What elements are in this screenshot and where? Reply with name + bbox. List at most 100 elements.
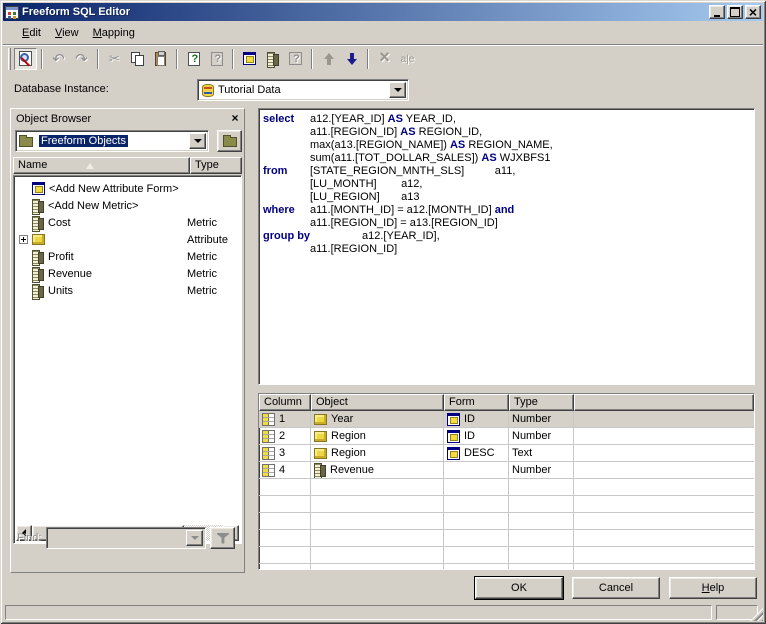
toolbar-separator[interactable] [97,49,99,69]
type-column-header[interactable]: Type [190,157,242,174]
menu-mapping[interactable]: Mapping [86,25,142,41]
object-browser-panel: Object Browser × Freeform Objects Name T… [10,108,245,573]
grid-row-empty[interactable] [259,547,754,564]
tree-item-add-attribute-form[interactable]: <Add New Attribute Form> [16,180,239,197]
sql-editor-area[interactable]: selecta12.[YEAR_ID] AS YEAR_ID,a11.[REGI… [258,108,755,385]
move-up-button[interactable] [317,48,340,70]
folder-select[interactable]: Freeform Objects [15,130,209,152]
grid-row-4[interactable]: 4 Revenue Number [259,462,754,479]
insert-attribute-form-button[interactable] [238,48,261,70]
grid-header-type[interactable]: Type [509,394,574,411]
folder-value: Freeform Objects [39,135,128,147]
column-icon [262,447,275,460]
rename-button[interactable] [396,48,419,70]
tree-item-attribute[interactable]: Attribute [16,231,239,248]
ok-button[interactable]: OK [475,577,563,599]
toolbar [3,44,763,72]
maximize-button[interactable] [727,5,743,19]
mapping-grid: Column Object Form Type 1 Year ID Number… [258,393,755,570]
title-bar[interactable]: Freeform SQL Editor [3,3,763,21]
sql-view-icon [19,51,32,66]
undo-button[interactable] [47,48,70,70]
column-icon [262,430,275,443]
form-icon [447,413,460,426]
edit-mapping-button[interactable] [284,48,307,70]
copy-button[interactable] [126,48,149,70]
arrow-down-icon [346,53,358,65]
find-input[interactable] [46,527,206,549]
toolbar-separator[interactable] [41,49,43,69]
attribute-form-icon [243,52,256,65]
help-button[interactable]: Help [669,577,757,599]
name-column-header[interactable]: Name [13,157,190,174]
redo-button[interactable] [70,48,93,70]
grid-row-empty[interactable] [259,513,754,530]
minimize-button[interactable] [709,5,725,19]
metric-icon [32,267,44,281]
delete-icon [379,51,390,66]
toolbar-separator[interactable] [367,49,369,69]
menu-view[interactable]: View [48,25,86,41]
grid-row-empty[interactable] [259,496,754,513]
move-down-button[interactable] [340,48,363,70]
grid-header-form[interactable]: Form [444,394,509,411]
sql-view-button[interactable] [14,48,37,70]
cut-button[interactable] [103,48,126,70]
menu-bar: Edit View Mapping [3,22,763,43]
tree-item-profit[interactable]: Profit Metric [16,248,239,265]
folder-up-icon [223,137,237,147]
grid-header-filler [574,394,754,411]
insert-metric-button[interactable] [261,48,284,70]
tree-item-revenue[interactable]: Revenue Metric [16,265,239,282]
database-instance-select[interactable]: Tutorial Data [197,79,409,101]
copy-icon [131,52,144,66]
delete-button[interactable] [373,48,396,70]
folder-dropdown-arrow[interactable] [189,133,206,149]
find-filter-button[interactable] [210,527,235,549]
database-instance-row: Database Instance: Tutorial Data [3,74,763,104]
browser-column-headers: Name Type [13,157,242,174]
find-dropdown-arrow[interactable] [186,530,203,546]
grid-row-2[interactable]: 2 Region ID Number [259,428,754,445]
expand-plus-icon[interactable] [19,235,28,244]
toolbar-separator[interactable] [176,49,178,69]
object-tree: <Add New Attribute Form> <Add New Metric… [13,175,242,544]
paste-button[interactable] [149,48,172,70]
edit-prompt-button[interactable] [205,48,228,70]
object-browser-header: Object Browser × [13,111,242,127]
tree-item-cost[interactable]: Cost Metric [16,214,239,231]
tree-item-add-metric[interactable]: <Add New Metric> [16,197,239,214]
menu-edit[interactable]: Edit [15,25,48,41]
object-browser-close-icon[interactable]: × [228,113,242,126]
grid-row-empty[interactable] [259,479,754,496]
database-dropdown-arrow[interactable] [389,82,406,98]
grid-row-empty[interactable] [259,564,754,570]
grid-header: Column Object Form Type [259,394,754,411]
grid-row-1[interactable]: 1 Year ID Number [259,411,754,428]
close-button[interactable] [745,5,761,19]
find-label: Find: [13,532,46,544]
metric-icon [32,199,44,213]
form-icon [447,447,460,460]
status-bar [3,602,763,621]
attribute-icon [314,431,327,442]
grid-row-empty[interactable] [259,530,754,547]
grid-row-3[interactable]: 3 Region DESC Text [259,445,754,462]
toolbar-grip[interactable] [8,48,11,70]
grid-header-object[interactable]: Object [311,394,444,411]
cancel-button[interactable]: Cancel [572,577,660,599]
redo-icon [75,50,88,68]
window-title: Freeform SQL Editor [22,6,707,18]
mapping-disabled-icon [289,52,302,65]
find-row: Find: [13,526,242,550]
up-one-level-button[interactable] [217,130,242,152]
insert-prompt-button[interactable] [182,48,205,70]
toolbar-separator[interactable] [232,49,234,69]
sort-ascending-icon [86,163,94,169]
metric-icon [32,284,44,298]
prompt-disabled-icon [211,52,223,66]
tree-item-units[interactable]: Units Metric [16,282,239,299]
database-instance-label: Database Instance: [14,83,109,95]
toolbar-separator[interactable] [311,49,313,69]
grid-header-column[interactable]: Column [259,394,311,411]
